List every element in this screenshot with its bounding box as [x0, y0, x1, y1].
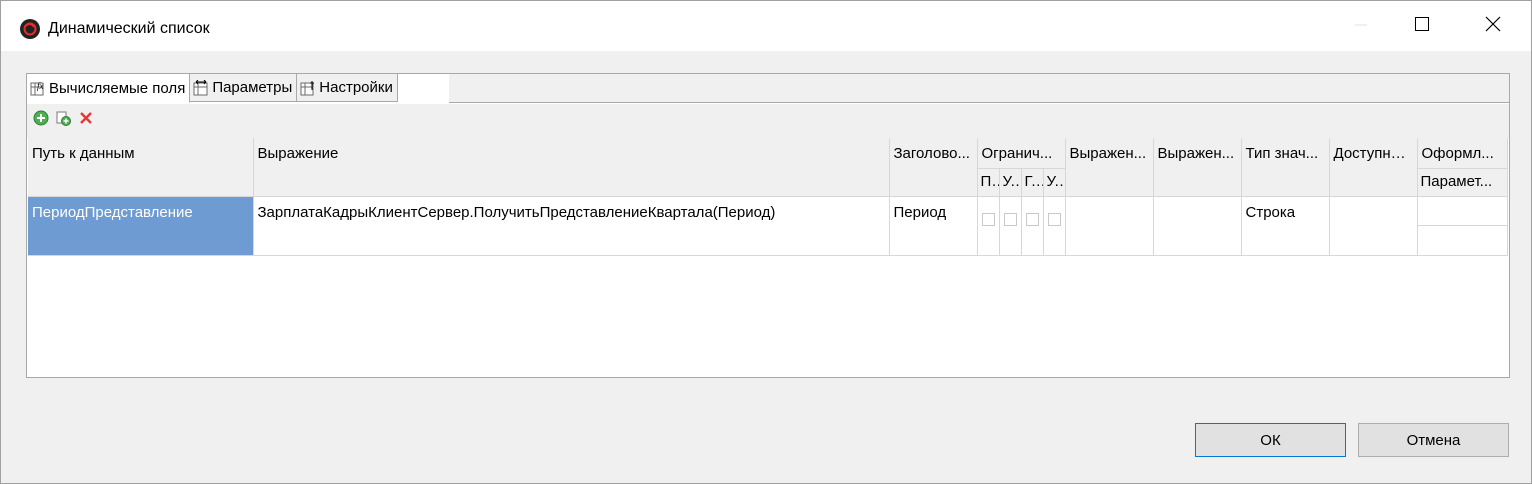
cell-expression-2[interactable] [1065, 196, 1154, 256]
close-button[interactable] [1470, 1, 1516, 51]
tab-label: Параметры [212, 79, 293, 96]
cell-available[interactable] [1329, 196, 1418, 256]
tab-parameters[interactable]: Параметры [190, 74, 298, 102]
column-header-value-type[interactable]: Тип знач... [1241, 138, 1330, 197]
cell-appearance[interactable] [1417, 196, 1508, 256]
cell-restriction-u[interactable] [999, 196, 1022, 256]
column-header-expression-3[interactable]: Выражен... [1153, 138, 1242, 197]
cell-expression[interactable]: ЗарплатаКадрыКлиентСервер.ПолучитьПредст… [253, 196, 890, 256]
column-header-restrictions[interactable]: Огранич... [977, 138, 1066, 169]
copy-icon[interactable] [55, 110, 71, 126]
tab-label: Настройки [319, 79, 393, 96]
column-header-restriction-u2[interactable]: У... [1043, 168, 1066, 197]
maximize-button[interactable] [1399, 1, 1445, 51]
delete-icon[interactable] [78, 110, 94, 126]
column-header-expression-2[interactable]: Выражен... [1065, 138, 1154, 197]
app-logo-icon [20, 19, 40, 39]
minimize-button[interactable] [1338, 1, 1384, 51]
tab-panel: fx Вычисляемые поля Параметры Настройки … [26, 73, 1510, 378]
column-header-appearance-params[interactable]: Парамет... [1417, 168, 1508, 197]
cell-restriction-g[interactable] [1021, 196, 1044, 256]
tab-label: Вычисляемые поля [49, 79, 186, 97]
parameters-icon [193, 79, 209, 96]
column-header-path[interactable]: Путь к данным [28, 138, 254, 197]
add-icon[interactable] [33, 110, 49, 126]
restriction-checkbox[interactable] [1003, 212, 1017, 226]
cell-restriction-u2[interactable] [1043, 196, 1066, 256]
dialog-window: Динамический список fx Вычисляемые поля … [0, 0, 1532, 484]
window-title: Динамический список [48, 20, 210, 37]
column-header-restriction-p[interactable]: П... [977, 168, 1000, 197]
cell-appearance-params[interactable] [1418, 226, 1507, 255]
cell-expression-3[interactable] [1153, 196, 1242, 256]
column-header-title[interactable]: Заголово... [889, 138, 978, 197]
cell-path[interactable]: ПериодПредставление [28, 196, 254, 256]
ok-button[interactable]: ОК [1195, 423, 1346, 457]
column-header-appearance[interactable]: Оформл... [1417, 138, 1508, 169]
cell-value-type[interactable]: Строка [1241, 196, 1330, 256]
tab-settings[interactable]: Настройки [297, 74, 398, 102]
cancel-button[interactable]: Отмена [1358, 423, 1509, 457]
cell-appearance-top[interactable] [1417, 197, 1506, 226]
column-header-available[interactable]: Доступны... [1329, 138, 1418, 197]
minimize-icon [1355, 18, 1367, 35]
svg-text:fx: fx [37, 81, 44, 91]
restriction-checkbox[interactable] [1047, 212, 1061, 226]
restriction-checkbox[interactable] [981, 212, 995, 226]
cell-title[interactable]: Период [889, 196, 978, 256]
calculated-fields-table: Путь к данным Выражение Заголово... Огра… [28, 138, 1508, 256]
close-icon [1485, 16, 1501, 36]
tab-calculated-fields[interactable]: fx Вычисляемые поля [27, 74, 191, 103]
toolbar [27, 104, 1509, 138]
calculated-fields-icon: fx [30, 80, 46, 96]
tab-bar: fx Вычисляемые поля Параметры Настройки [27, 74, 398, 103]
settings-icon [300, 80, 316, 96]
maximize-icon [1415, 17, 1429, 35]
tab-strip [449, 74, 1509, 103]
cell-restriction-p[interactable] [977, 196, 1000, 256]
table-row[interactable]: ПериодПредставление ЗарплатаКадрыКлиентС… [28, 196, 1508, 256]
title-bar[interactable]: Динамический список [1, 1, 1531, 51]
column-header-restriction-g[interactable]: Г... [1021, 168, 1044, 197]
restriction-checkbox[interactable] [1025, 212, 1039, 226]
column-header-expression[interactable]: Выражение [253, 138, 890, 197]
column-header-restriction-u[interactable]: У... [999, 168, 1022, 197]
